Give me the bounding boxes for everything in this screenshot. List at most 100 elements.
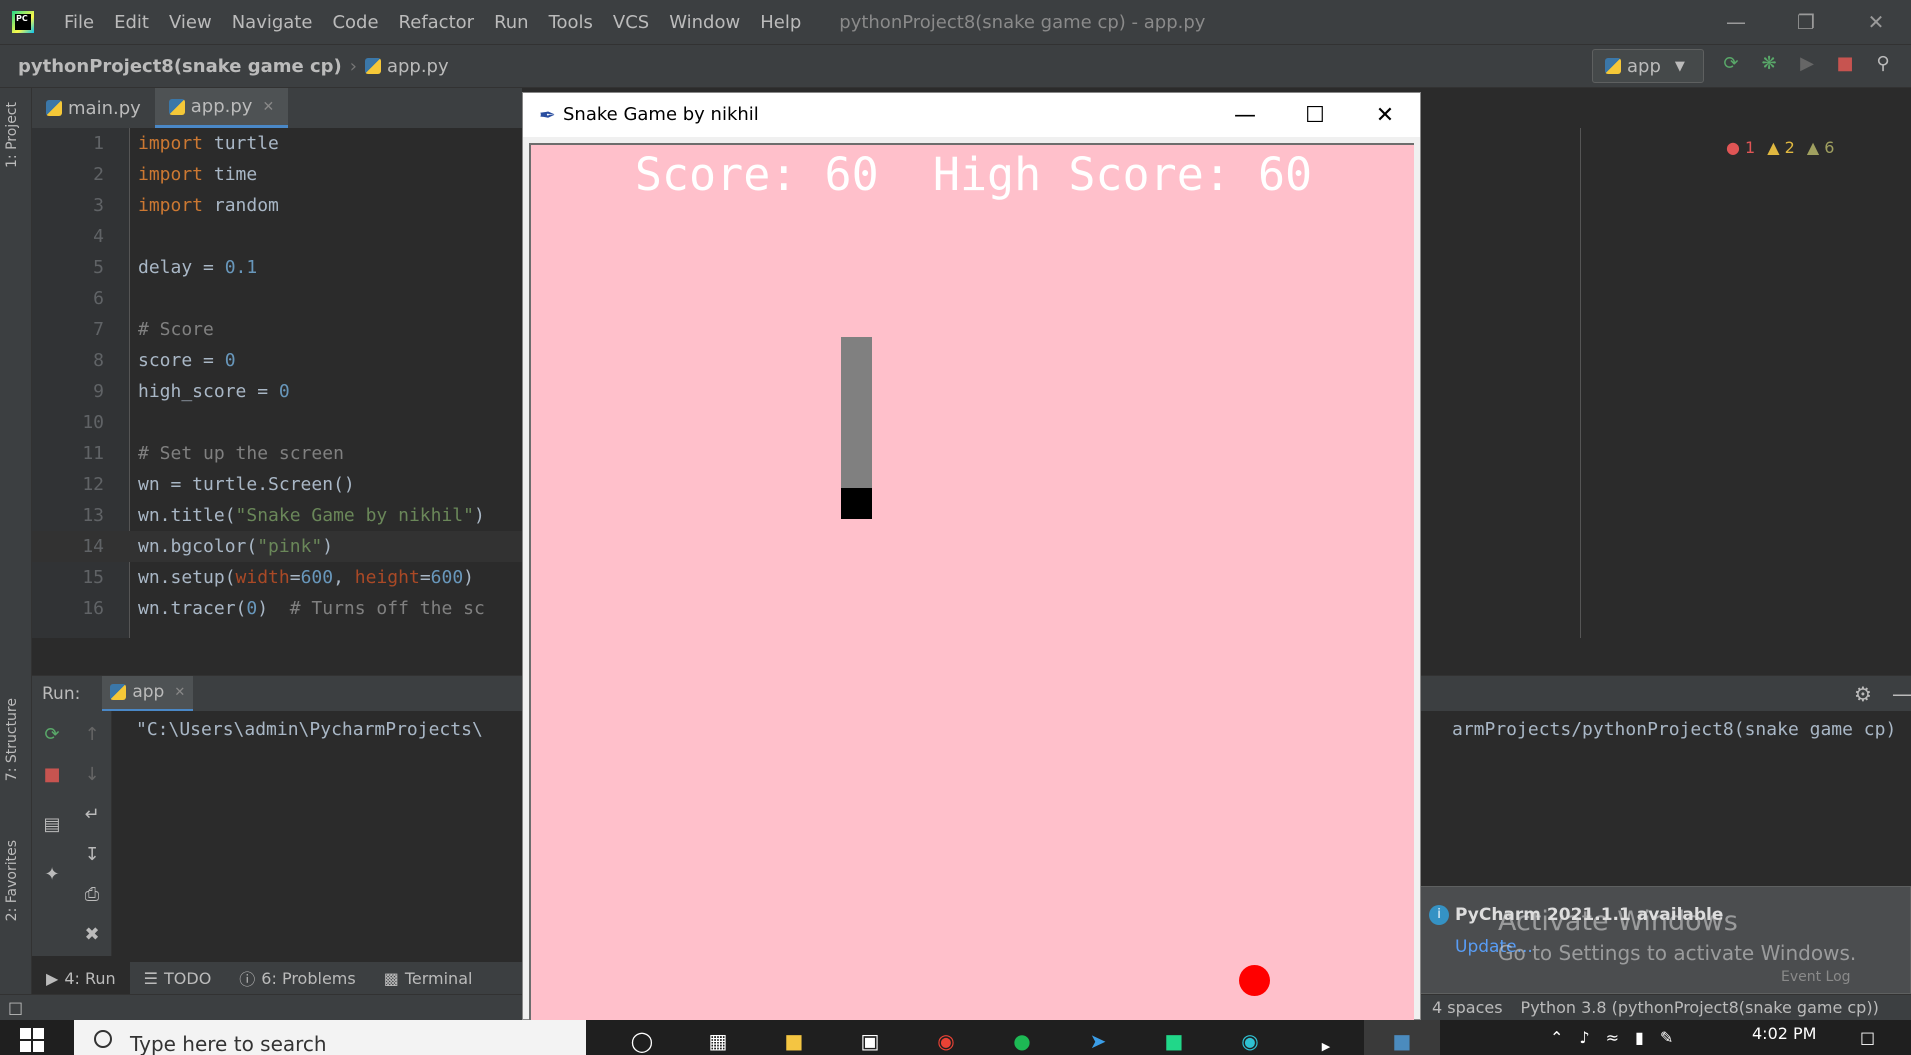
taskbar-clock[interactable]: 4:02 PM bbox=[1752, 1024, 1816, 1043]
close-tab-icon[interactable]: ✕ bbox=[262, 99, 274, 115]
event-log-button[interactable]: Event Log bbox=[1781, 969, 1851, 985]
info-icon: i bbox=[1429, 905, 1449, 925]
snake-window-controls: — ☐ ✕ bbox=[1210, 93, 1420, 137]
menu-run[interactable]: Run bbox=[484, 12, 539, 33]
pin-icon[interactable]: ✦ bbox=[38, 861, 66, 889]
panel-toggle-icon[interactable]: □ bbox=[8, 998, 23, 1017]
python-file-icon bbox=[168, 98, 185, 115]
menu-window[interactable]: Window bbox=[659, 12, 750, 33]
search-placeholder: Type here to search bbox=[130, 1032, 327, 1055]
code-text: # Set up the screen bbox=[138, 443, 344, 464]
run-configuration-select[interactable]: app ▼ bbox=[1592, 49, 1704, 83]
minimize-icon[interactable]: — bbox=[1701, 0, 1771, 44]
settings-gear-icon[interactable]: ⚙ bbox=[1854, 682, 1872, 706]
store-icon[interactable]: ▣ bbox=[832, 1020, 908, 1055]
snake-window-title: Snake Game by nikhil bbox=[563, 104, 759, 125]
menu-file[interactable]: File bbox=[54, 12, 104, 33]
project-tool-button[interactable]: 1: Project bbox=[4, 102, 20, 168]
pycharm-icon[interactable]: ■ bbox=[1136, 1020, 1212, 1055]
soft-wrap-icon[interactable]: ↵ bbox=[78, 801, 106, 829]
code-line: 3 import random bbox=[32, 190, 522, 221]
run-tool-button[interactable]: ▶ 4: Run bbox=[32, 962, 130, 994]
debug-icon[interactable]: ❋ bbox=[1758, 53, 1780, 75]
scroll-to-end-icon[interactable]: ↧ bbox=[78, 841, 106, 869]
menu-vcs[interactable]: VCS bbox=[603, 12, 659, 33]
run-tab-app[interactable]: app ✕ bbox=[102, 675, 194, 712]
hide-panel-icon[interactable]: — bbox=[1892, 682, 1911, 706]
layout-icon[interactable]: ▤ bbox=[38, 811, 66, 839]
maximize-icon[interactable]: ☐ bbox=[1280, 93, 1350, 137]
problems-tool-button[interactable]: ⓘ 6: Problems bbox=[225, 962, 369, 994]
coverage-icon[interactable]: ▶ bbox=[1796, 53, 1818, 75]
code-text: # Score bbox=[138, 319, 214, 340]
menu-refactor[interactable]: Refactor bbox=[389, 12, 485, 33]
trash-icon[interactable]: ✖ bbox=[78, 921, 106, 949]
cortana-icon[interactable]: ◯ bbox=[604, 1020, 680, 1055]
menu-code[interactable]: Code bbox=[322, 12, 388, 33]
python-file-icon bbox=[364, 58, 381, 74]
list-icon: ☰ bbox=[143, 968, 158, 988]
rerun-icon[interactable]: ⟳ bbox=[38, 721, 66, 749]
stop-icon[interactable]: ■ bbox=[38, 761, 66, 789]
task-view-icon[interactable]: ▦ bbox=[680, 1020, 756, 1055]
menu-tools[interactable]: Tools bbox=[539, 12, 603, 33]
menu-edit[interactable]: Edit bbox=[104, 12, 159, 33]
indent-status[interactable]: 4 spaces bbox=[1432, 998, 1503, 1017]
pen-icon[interactable]: ✎ bbox=[1660, 1028, 1673, 1047]
prime-video-icon[interactable]: ▶ bbox=[1288, 1020, 1364, 1055]
turtle-canvas[interactable]: Score: 60 High Score: 60 bbox=[529, 143, 1414, 1021]
tool-label: Terminal bbox=[404, 968, 473, 988]
python-icon bbox=[1605, 58, 1621, 74]
wifi-icon[interactable]: ≈ bbox=[1606, 1028, 1619, 1047]
structure-tool-button[interactable]: 7: Structure bbox=[4, 698, 20, 781]
rerun-icon[interactable]: ⟳ bbox=[1720, 53, 1742, 75]
code-editor[interactable]: 1 import turtle 2 import time 3 import rand… bbox=[32, 128, 522, 638]
stop-icon[interactable]: ■ bbox=[1834, 53, 1856, 75]
console-output-right: armProjects/pythonProject8(snake game cp… bbox=[1452, 719, 1897, 740]
ide-window-controls: — ❐ ✕ bbox=[1701, 0, 1911, 44]
terminal-tool-button[interactable]: ▩ Terminal bbox=[370, 962, 487, 994]
menu-view[interactable]: View bbox=[159, 12, 222, 33]
line-number: 9 bbox=[93, 381, 104, 402]
spotify-icon[interactable]: ● bbox=[984, 1020, 1060, 1055]
minimize-icon[interactable]: — bbox=[1210, 93, 1280, 137]
volume-icon[interactable]: ♪ bbox=[1579, 1028, 1589, 1047]
line-number: 1 bbox=[93, 133, 104, 154]
chevron-up-icon[interactable]: ⌃ bbox=[1550, 1028, 1563, 1047]
python-app-icon[interactable]: ■ bbox=[1364, 1020, 1440, 1055]
arrow-down-icon[interactable]: ↓ bbox=[78, 761, 106, 789]
todo-tool-button[interactable]: ☰ TODO bbox=[130, 962, 226, 994]
code-text: wn = turtle.Screen() bbox=[138, 474, 355, 495]
editor-right-area bbox=[1420, 128, 1911, 638]
breadcrumb-file[interactable]: app.py bbox=[387, 56, 449, 77]
file-explorer-icon[interactable]: ■ bbox=[756, 1020, 832, 1055]
tab-app-py[interactable]: app.py ✕ bbox=[154, 88, 289, 128]
interpreter-status[interactable]: Python 3.8 (pythonProject8(snake game cp… bbox=[1521, 998, 1879, 1017]
edge-icon[interactable]: ◉ bbox=[1212, 1020, 1288, 1055]
taskbar-search-box[interactable]: Type here to search bbox=[74, 1020, 586, 1055]
breadcrumb-project[interactable]: pythonProject8(snake game cp) bbox=[18, 56, 342, 77]
windows-start-icon[interactable] bbox=[20, 1028, 44, 1052]
notifications-icon[interactable]: □ bbox=[1860, 1028, 1875, 1047]
close-icon[interactable]: ✕ bbox=[174, 685, 185, 700]
print-icon[interactable]: ⎙ bbox=[78, 881, 106, 909]
code-text: import turtle bbox=[138, 133, 279, 154]
code-line: 16 wn.tracer(0) # Turns off the sc bbox=[32, 593, 522, 624]
line-number: 13 bbox=[82, 505, 104, 526]
tool-label: 4: Run bbox=[64, 968, 116, 988]
restore-icon[interactable]: ❐ bbox=[1771, 0, 1841, 44]
arrow-up-icon[interactable]: ↑ bbox=[78, 721, 106, 749]
close-icon[interactable]: ✕ bbox=[1841, 0, 1911, 44]
menu-help[interactable]: Help bbox=[750, 12, 811, 33]
vscode-icon[interactable]: ➤ bbox=[1060, 1020, 1136, 1055]
watermark-line2: Go to Settings to activate Windows. bbox=[1498, 941, 1857, 965]
search-icon[interactable]: ⚲ bbox=[1872, 53, 1894, 75]
chrome-icon[interactable]: ◉ bbox=[908, 1020, 984, 1055]
tab-main-py[interactable]: main.py bbox=[32, 88, 155, 128]
close-icon[interactable]: ✕ bbox=[1350, 93, 1420, 137]
menu-navigate[interactable]: Navigate bbox=[222, 12, 323, 33]
code-line: 9 high_score = 0 bbox=[32, 376, 522, 407]
inspection-widget[interactable]: ● 1 ▲ 2 ▲ 6 bbox=[1726, 138, 1834, 157]
favorites-tool-button[interactable]: 2: Favorites bbox=[4, 840, 20, 921]
battery-icon[interactable]: ▮ bbox=[1635, 1028, 1644, 1047]
